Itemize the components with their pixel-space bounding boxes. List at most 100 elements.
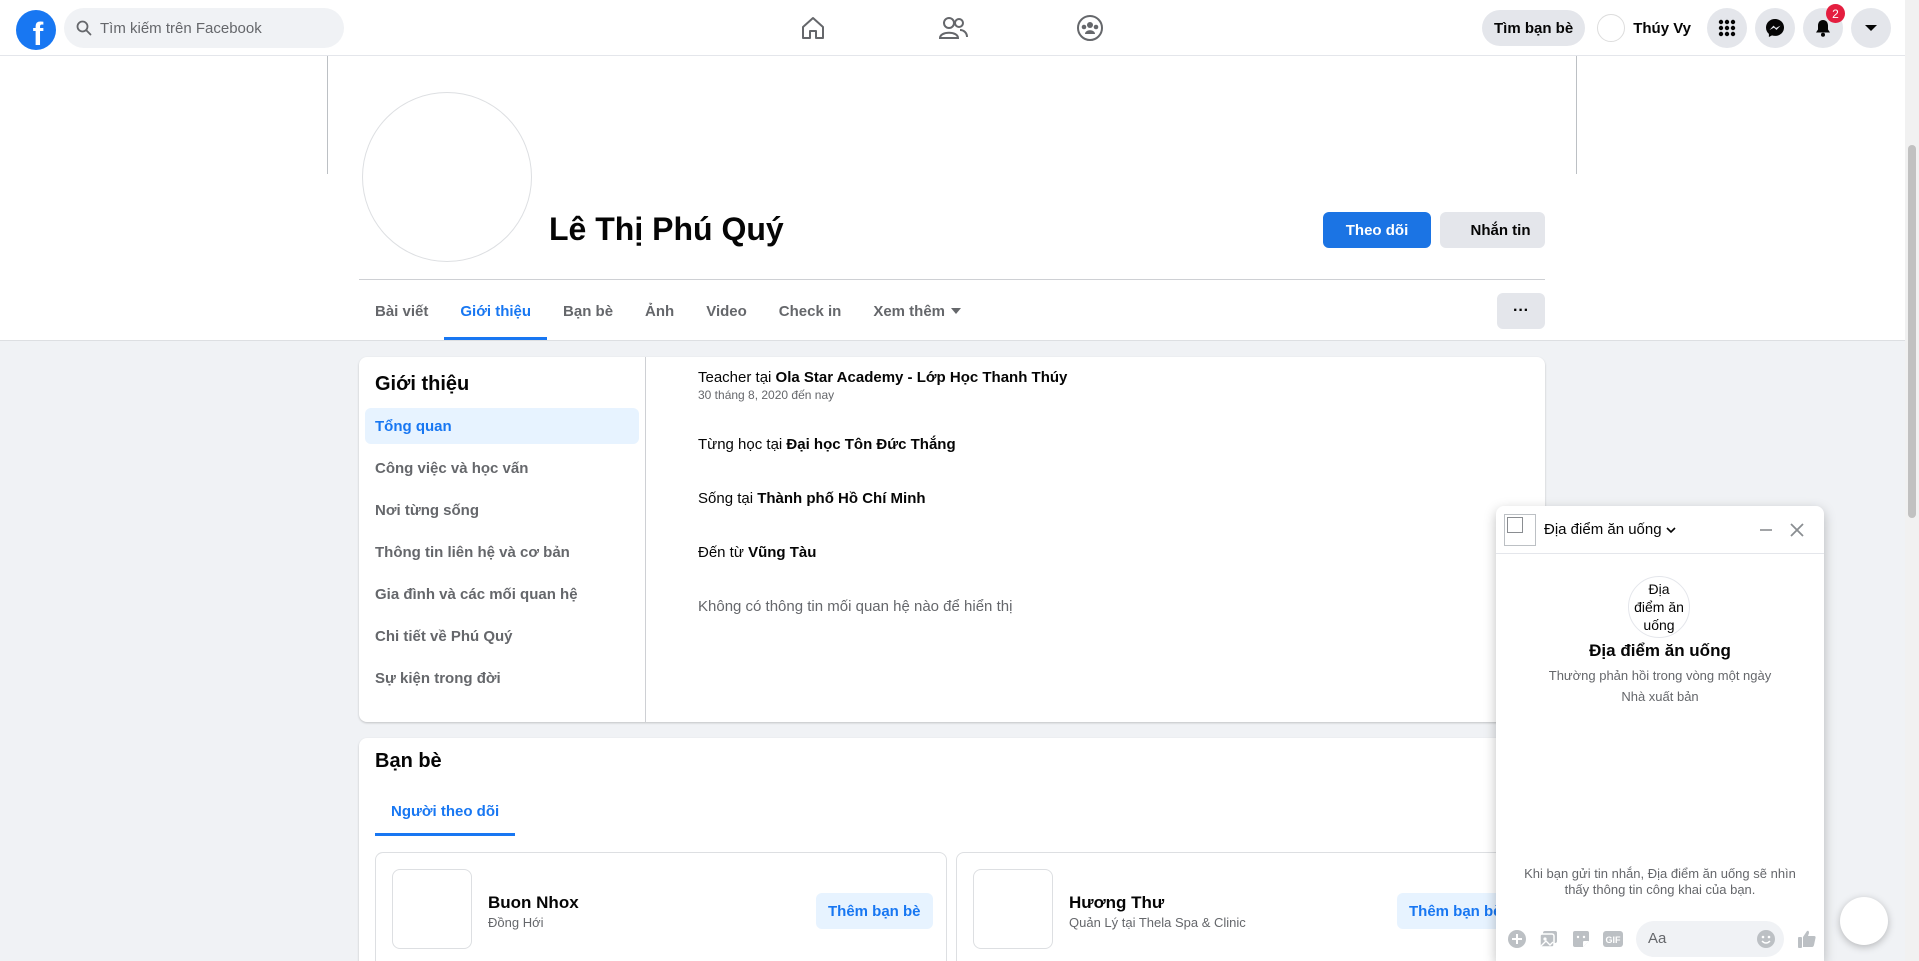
notifications-button[interactable]: 2 (1803, 4, 1845, 48)
tab-label: Check in (778, 302, 842, 320)
search-box[interactable] (64, 8, 344, 48)
chat-header: Địa điểm ăn uống (1496, 506, 1824, 554)
profile-header: Lê Thị Phú Quý Theo dõi Nhắn tin Bài viế… (0, 56, 1905, 341)
tab-label: Video (706, 302, 747, 320)
chat-title-button[interactable]: Địa điểm ăn uống (1544, 521, 1676, 538)
friend-subtitle: Quản Lý tại Thela Spa & Clinic (1069, 915, 1246, 930)
about-menu-family[interactable]: Gia đình và các mối quan hệ (365, 576, 639, 612)
chat-response-time: Thường phản hồi trong vòng một ngày (1548, 668, 1772, 683)
add-friend-button[interactable]: Thêm bạn bè (816, 893, 933, 929)
about-menu-details[interactable]: Chi tiết về Phú Quý (365, 618, 639, 654)
message-button[interactable]: Nhắn tin (1440, 212, 1545, 248)
avatar[interactable] (392, 869, 472, 949)
about-menu-places[interactable]: Nơi từng sống (365, 492, 639, 528)
lives-place-link[interactable]: Thành phố Hồ Chí Minh (757, 490, 925, 507)
lives-prefix: Sống tại (698, 490, 758, 507)
work-entry: Teacher tại Ola Star Academy - Lớp Học T… (698, 369, 1067, 402)
gif-icon: GIF (1603, 930, 1623, 947)
top-navigation-bar: f Tìm bạn bè Thúy Vy 2 (0, 0, 1905, 56)
like-button[interactable] (1794, 926, 1820, 952)
messenger-button[interactable] (1755, 8, 1795, 48)
list-item[interactable]: Hương Thư Quản Lý tại Thela Spa & Clinic… (956, 852, 1528, 961)
profile-name: Lê Thị Phú Quý (549, 211, 784, 247)
friend-name[interactable]: Hương Thư (1069, 893, 1164, 913)
friend-name[interactable]: Buon Nhox (488, 893, 579, 913)
list-item[interactable]: Buon Nhox Đồng Hới Thêm bạn bè (375, 852, 947, 961)
tab-videos[interactable]: Video (690, 282, 763, 340)
avatar[interactable] (1504, 514, 1536, 546)
chat-composer: GIF (1496, 916, 1824, 961)
tab-label: Giới thiệu (460, 302, 532, 320)
profile-shortcut[interactable]: Thúy Vy (1593, 10, 1699, 46)
chat-page-type: Nhà xuất bản (1621, 689, 1699, 704)
plus-circle-icon (1508, 929, 1526, 948)
user-name: Thúy Vy (1633, 19, 1691, 37)
thumbs-up-icon (1798, 930, 1816, 948)
gif-button[interactable]: GIF (1600, 926, 1626, 952)
tab-label: Xem thêm (873, 302, 946, 320)
message-input-box[interactable] (1636, 920, 1784, 957)
relationship-entry: Không có thông tin mối quan hệ nào để hi… (698, 598, 1013, 615)
groups-icon (1077, 15, 1103, 41)
nav-groups[interactable] (1034, 8, 1146, 48)
attach-photo-button[interactable] (1536, 926, 1562, 952)
notification-count-badge: 2 (1826, 4, 1845, 23)
friend-subtitle: Đồng Hới (488, 915, 544, 930)
chat-page-name: Địa điểm ăn uống (1544, 521, 1662, 538)
profile-picture[interactable] (362, 92, 532, 262)
tab-checkins[interactable]: Check in (763, 282, 858, 340)
from-entry: Đến từ Vũng Tàu (698, 544, 816, 561)
account-tools: Tìm bạn bè Thúy Vy 2 (1482, 4, 1891, 48)
new-message-button[interactable] (1840, 897, 1888, 945)
from-prefix: Đến từ (698, 544, 749, 561)
emoji-icon[interactable] (1756, 929, 1776, 949)
scrollbar-thumb[interactable] (1908, 145, 1916, 518)
tab-label: Bạn bè (563, 302, 614, 320)
study-entry: Từng học tại Đại học Tôn Đức Thắng (698, 436, 956, 453)
message-input[interactable] (1648, 930, 1748, 947)
chat-page-title: Địa điểm ăn uống (1589, 641, 1731, 660)
page-picture[interactable]: Địa điểm ăn uống (1628, 576, 1690, 638)
facebook-logo-icon[interactable]: f (16, 10, 56, 52)
facebook-logo-letter: f (32, 15, 44, 52)
about-overview: Teacher tại Ola Star Academy - Lớp Học T… (646, 357, 1545, 722)
about-menu-overview[interactable]: Tổng quan (365, 408, 639, 444)
tab-more[interactable]: Xem thêm (857, 282, 977, 340)
tab-followers[interactable]: Người theo dõi (375, 786, 516, 836)
close-button[interactable] (1785, 518, 1809, 542)
tab-posts[interactable]: Bài viết (359, 282, 444, 340)
svg-text:GIF: GIF (1606, 935, 1622, 945)
work-prefix: Teacher tại (698, 369, 776, 386)
friends-card: Bạn bè Người theo dõi Buon Nhox Đồng Hới… (359, 738, 1545, 961)
more-actions-button[interactable] (1504, 926, 1530, 952)
photo-icon (1539, 930, 1557, 948)
scrollbar[interactable] (1905, 0, 1919, 961)
cover-photo-edge (327, 56, 328, 174)
tab-photos[interactable]: Ảnh (629, 282, 690, 340)
tab-about[interactable]: Giới thiệu (444, 282, 547, 340)
minimize-icon (1760, 529, 1772, 531)
menu-button[interactable] (1707, 8, 1747, 48)
tab-friends[interactable]: Bạn bè (547, 282, 629, 340)
close-icon (1790, 523, 1804, 537)
minimize-button[interactable] (1754, 518, 1778, 542)
about-card: Giới thiệu Tổng quan Công việc và học vấ… (359, 357, 1545, 722)
from-place-link[interactable]: Vũng Tàu (748, 544, 816, 561)
account-menu-button[interactable] (1851, 8, 1891, 48)
nav-friends[interactable] (897, 8, 1009, 48)
work-place-link[interactable]: Ola Star Academy - Lớp Học Thanh Thúy (776, 369, 1068, 386)
search-input[interactable] (100, 19, 320, 37)
follow-button[interactable]: Theo dõi (1323, 212, 1431, 248)
study-place-link[interactable]: Đại học Tôn Đức Thắng (786, 436, 955, 453)
about-menu-life-events[interactable]: Sự kiện trong đời (365, 660, 639, 696)
find-friends-button[interactable]: Tìm bạn bè (1482, 10, 1586, 46)
sticker-button[interactable] (1568, 926, 1594, 952)
tab-label: Ảnh (645, 302, 675, 320)
work-period: 30 tháng 8, 2020 đến nay (698, 388, 835, 402)
nav-home[interactable] (757, 8, 869, 48)
about-menu-work-education[interactable]: Công việc và học vấn (365, 450, 639, 486)
tab-label: Bài viết (375, 302, 429, 320)
avatar[interactable] (973, 869, 1053, 949)
about-menu-contact[interactable]: Thông tin liên hệ và cơ bản (365, 534, 639, 570)
more-options-button[interactable]: ··· (1497, 293, 1545, 329)
